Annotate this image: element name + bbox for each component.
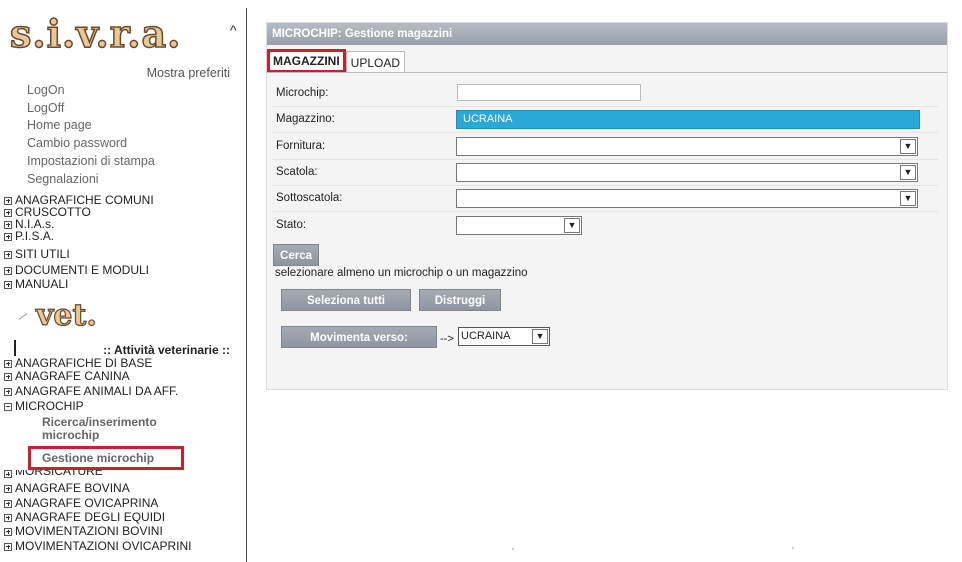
row-divider <box>273 159 938 160</box>
expand-plus-icon[interactable] <box>4 513 12 522</box>
tree-item-label: MORSICATURE <box>15 470 103 478</box>
move-target-select[interactable]: UCRAINA ▼ <box>458 327 550 346</box>
tree-item-label: ANAGRAFE DEGLI EQUIDI <box>15 510 166 524</box>
fornitura-label: Fornitura: <box>276 140 326 152</box>
stato-select[interactable]: ▼ <box>456 216 582 235</box>
tree-item-label: MOVIMENTAZIONI BOVINI <box>15 524 163 538</box>
home-page-link[interactable]: Home page <box>27 118 92 132</box>
reports-link[interactable]: Segnalazioni <box>27 172 99 186</box>
expand-plus-icon[interactable] <box>4 359 12 368</box>
expand-plus-icon[interactable] <box>4 470 12 478</box>
expand-plus-icon[interactable] <box>4 220 12 229</box>
tab-underline <box>267 72 947 73</box>
expand-plus-icon[interactable] <box>4 280 12 289</box>
tree-item-label: ANAGRAFE CANINA <box>15 369 130 383</box>
microchip-management-link[interactable]: Gestione microchip <box>28 446 184 470</box>
collapse-minus-icon[interactable] <box>4 402 12 411</box>
tree-item-label: MOVIMENTAZIONI OVICAPRINI <box>15 539 192 553</box>
tree-item-anagrafe-canina[interactable]: ANAGRAFE CANINA <box>4 370 130 383</box>
tree-item-anagrafe-bovina[interactable]: ANAGRAFE BOVINA <box>4 482 130 495</box>
tree-item-label: P.I.S.A. <box>15 229 55 243</box>
sidebar: s.i.v.r.a. ^ Mostra preferiti LogOn LogO… <box>0 0 255 562</box>
select-all-button[interactable]: Seleziona tutti <box>281 289 411 311</box>
logoff-link[interactable]: LogOff <box>27 101 64 115</box>
expand-plus-icon[interactable] <box>4 196 12 205</box>
row-divider <box>273 185 938 186</box>
tree-item-pisa[interactable]: P.I.S.A. <box>4 230 54 243</box>
tree-item-anagrafe-ovicaprina[interactable]: ANAGRAFE OVICAPRINA <box>4 497 158 510</box>
tree-item-siti-utili[interactable]: SITI UTILI <box>4 248 70 261</box>
move-target-value: UCRAINA <box>461 330 511 342</box>
stato-label: Stato: <box>276 219 307 231</box>
chevron-down-icon[interactable]: ▼ <box>900 165 916 180</box>
tree-item-morsicature[interactable]: MORSICATURE <box>4 470 103 478</box>
expand-plus-icon[interactable] <box>4 542 12 551</box>
tree-item-label: DOCUMENTI E MODULI <box>15 263 150 277</box>
section-title: :: Attività veterinarie :: <box>103 343 230 357</box>
move-to-button[interactable]: Movimenta verso: <box>281 326 437 348</box>
tree-item-anagrafe-animali-aff[interactable]: ANAGRAFE ANIMALI DA AFF. <box>4 385 178 398</box>
tree-item-movimentazioni-bovini[interactable]: MOVIMENTAZIONI BOVINI <box>4 525 163 538</box>
expand-plus-icon[interactable] <box>4 499 12 508</box>
fornitura-select[interactable]: ▼ <box>456 137 918 156</box>
panel-title: MICROCHIP: Gestione magazzini <box>267 23 947 45</box>
tree-item-anagrafe-equidi[interactable]: ANAGRAFE DEGLI EQUIDI <box>4 511 165 524</box>
tab-upload[interactable]: UPLOAD <box>345 51 406 73</box>
magazzino-select[interactable]: UCRAINA <box>456 110 920 129</box>
chevron-down-icon[interactable]: ▼ <box>900 191 916 206</box>
magazzino-label: Magazzino: <box>276 113 335 125</box>
search-button[interactable]: Cerca <box>273 244 319 266</box>
expand-plus-icon[interactable] <box>4 387 12 396</box>
scan-speck <box>792 547 794 549</box>
row-divider <box>273 132 938 133</box>
tree-item-label: MANUALI <box>15 277 69 291</box>
vet-logo: vet. <box>35 298 97 333</box>
row-divider <box>273 106 938 107</box>
microchip-input[interactable] <box>457 84 641 101</box>
info-message: selezionare almeno un microchip o un mag… <box>275 267 528 279</box>
move-arrow: --> <box>440 333 454 345</box>
expand-plus-icon[interactable] <box>4 527 12 536</box>
change-password-link[interactable]: Cambio password <box>27 136 127 150</box>
chevron-down-icon[interactable]: ▼ <box>900 139 916 154</box>
expand-plus-icon[interactable] <box>4 250 12 259</box>
tree-item-label: ANAGRAFE ANIMALI DA AFF. <box>15 384 179 398</box>
chevron-down-icon[interactable]: ▼ <box>564 218 580 233</box>
tree-item-manuali[interactable]: MANUALI <box>4 278 68 291</box>
row-divider <box>273 211 938 212</box>
sottoscatola-select[interactable]: ▼ <box>456 189 918 208</box>
expand-plus-icon[interactable] <box>4 232 12 241</box>
tab-magazzini[interactable]: MAGAZZINI <box>267 49 346 73</box>
expand-plus-icon[interactable] <box>4 208 12 217</box>
tree-item-label: SITI UTILI <box>15 247 70 261</box>
section-marker <box>14 340 16 356</box>
tree-item-documenti[interactable]: DOCUMENTI E MODULI <box>4 264 149 277</box>
scroll-up-icon[interactable]: ^ <box>230 22 237 38</box>
tree-item-movimentazioni-ovicaprini[interactable]: MOVIMENTAZIONI OVICAPRINI <box>4 540 191 553</box>
print-settings-link[interactable]: Impostazioni di stampa <box>27 154 155 168</box>
scatola-label: Scatola: <box>276 166 318 178</box>
expand-plus-icon[interactable] <box>4 484 12 493</box>
scan-speck <box>512 548 514 550</box>
expand-plus-icon[interactable] <box>4 266 12 275</box>
microchip-search-link[interactable]: Ricerca/inserimento microchip <box>42 416 202 442</box>
destroy-button[interactable]: Distruggi <box>419 289 501 311</box>
favorites-link[interactable]: Mostra preferiti <box>110 66 230 80</box>
sivra-logo[interactable]: s.i.v.r.a. <box>9 13 181 55</box>
vet-logo-tick <box>18 313 28 320</box>
microchip-label: Microchip: <box>276 87 329 99</box>
sidebar-divider <box>246 8 247 562</box>
main-panel: MICROCHIP: Gestione magazzini MAGAZZINI … <box>266 22 948 390</box>
tree-item-microchip[interactable]: MICROCHIP <box>4 400 84 413</box>
chevron-down-icon[interactable]: ▼ <box>532 329 548 344</box>
sottoscatola-label: Sottoscatola: <box>276 192 343 204</box>
tree-item-label: MICROCHIP <box>15 399 84 413</box>
logon-link[interactable]: LogOn <box>27 83 65 97</box>
expand-plus-icon[interactable] <box>4 372 12 381</box>
scatola-select[interactable]: ▼ <box>456 163 918 182</box>
tree-item-label: ANAGRAFE OVICAPRINA <box>15 496 159 510</box>
tree-item-label: ANAGRAFE BOVINA <box>15 481 130 495</box>
tab-bar: MAGAZZINI UPLOAD <box>267 49 406 73</box>
